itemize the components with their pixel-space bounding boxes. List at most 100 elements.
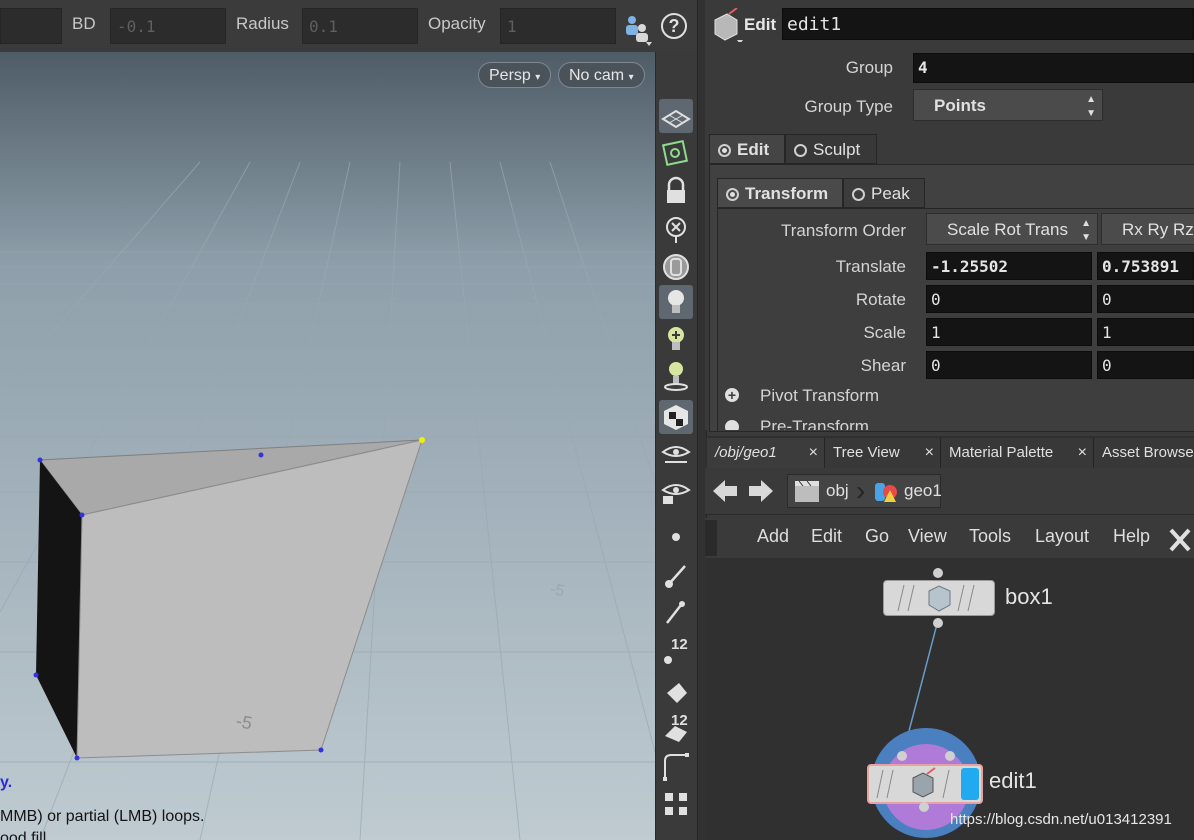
rotate-x-field[interactable]: 0 <box>926 285 1092 313</box>
dropdown-arrows-icon: ▲ ▼ <box>1086 94 1096 119</box>
group-field[interactable]: 4 <box>913 53 1194 83</box>
numbered-point-icon[interactable]: 12 <box>659 634 693 668</box>
material-sphere-icon[interactable] <box>659 250 693 284</box>
grid-points-icon[interactable] <box>659 787 693 821</box>
shear-y-field[interactable]: 0 <box>1097 351 1194 379</box>
bd-field[interactable]: -0.1 <box>110 8 226 44</box>
pen-icon[interactable] <box>659 595 693 629</box>
menu-add[interactable]: Add <box>757 526 789 547</box>
tab-edit[interactable]: Edit <box>709 134 785 164</box>
transform-order-dropdown[interactable]: Scale Rot Trans ▲ ▼ <box>926 213 1098 245</box>
radio-on-icon <box>726 188 739 201</box>
breadcrumb-separator-icon: › <box>856 475 866 506</box>
group-type-label: Group Type <box>804 97 893 116</box>
close-icon[interactable]: × <box>1078 438 1087 468</box>
display-options-icon[interactable] <box>622 12 654 46</box>
path-geo[interactable]: geo1 <box>904 481 942 501</box>
hud-text: y. <box>0 774 13 791</box>
network-path-bar: obj › geo1 <box>705 468 1194 515</box>
group-type-dropdown[interactable]: Points ▲ ▼ <box>913 89 1103 121</box>
numbered-shape-icon[interactable]: 12 <box>659 710 693 744</box>
curve-icon[interactable] <box>659 749 693 783</box>
box1-node[interactable] <box>883 580 995 616</box>
translate-x-field[interactable]: -1.25502 <box>926 252 1092 280</box>
rotate-y-field[interactable]: 0 <box>1097 285 1194 313</box>
scale-y-field[interactable]: 1 <box>1097 318 1194 346</box>
3d-viewport[interactable]: -5 -5 Persp ▾ No cam ▾ y. MMB) or partia… <box>0 52 655 840</box>
expand-plus-icon[interactable]: + <box>725 388 739 402</box>
forward-arrow-icon[interactable] <box>747 478 775 504</box>
pre-transform-header[interactable]: Pre-Transform <box>760 418 869 430</box>
tab-obj-geo1[interactable]: /obj/geo1 × <box>707 438 825 468</box>
tab-label: Asset Browser <box>1102 444 1194 461</box>
tab-sculpt[interactable]: Sculpt <box>785 134 877 164</box>
input-connector[interactable] <box>945 751 955 761</box>
menu-tools[interactable]: Tools <box>969 526 1011 547</box>
translate-y-field[interactable]: 0.753891 <box>1097 252 1194 280</box>
close-circle-icon[interactable] <box>659 212 693 246</box>
add-spotlight-icon[interactable] <box>659 358 693 392</box>
persp-menu-button[interactable]: Persp ▾ <box>478 62 552 88</box>
shear-x-field[interactable]: 0 <box>926 351 1092 379</box>
obj-context-icon <box>795 480 819 502</box>
chevron-down-icon: ▾ <box>628 72 634 83</box>
tab-transform[interactable]: Transform <box>717 178 843 208</box>
toolbar-field-partial[interactable] <box>0 8 62 44</box>
menu-layout[interactable]: Layout <box>1035 526 1089 547</box>
close-icon[interactable]: × <box>925 438 934 468</box>
opacity-field[interactable]: 1 <box>500 8 616 44</box>
edit1-node[interactable] <box>867 764 983 804</box>
input-connector[interactable] <box>933 568 943 578</box>
tab-asset-browser[interactable]: Asset Browser <box>1094 438 1194 468</box>
node-name-field[interactable]: edit1 <box>782 8 1194 40</box>
tab-peak[interactable]: Peak <box>843 178 925 208</box>
radius-field[interactable]: 0.1 <box>302 8 418 44</box>
menu-go[interactable]: Go <box>865 526 889 547</box>
snap-icon[interactable] <box>659 136 693 170</box>
camera-menu-button[interactable]: No cam ▾ <box>558 62 645 88</box>
help-icon[interactable]: ? <box>661 13 687 39</box>
ground-plane-icon[interactable] <box>659 99 693 133</box>
edit1-label[interactable]: edit1 <box>989 768 1037 794</box>
rotate-label: Rotate <box>855 290 906 309</box>
persp-label: Persp <box>489 67 531 84</box>
edit-node-icon[interactable] <box>711 8 745 42</box>
polygon-shape-icon[interactable] <box>659 673 693 707</box>
path-breadcrumb: obj › geo1 <box>787 474 942 508</box>
network-editor[interactable]: box1 edit1 <box>705 558 1194 840</box>
menu-view[interactable]: View <box>908 526 947 547</box>
output-connector[interactable] <box>933 618 943 628</box>
visibility-eye-icon[interactable] <box>659 438 693 472</box>
scale-x-field[interactable]: 1 <box>926 318 1092 346</box>
radius-label: Radius <box>236 14 289 33</box>
brush-icon[interactable] <box>659 558 693 592</box>
camera-eye-icon[interactable] <box>659 474 693 508</box>
box1-label[interactable]: box1 <box>1005 584 1053 610</box>
input-connector[interactable] <box>897 751 907 761</box>
point-icon[interactable] <box>659 520 693 554</box>
tab-material-palette[interactable]: Material Palette × <box>941 438 1094 468</box>
rotation-order-dropdown[interactable]: Rx Ry Rz <box>1101 213 1194 245</box>
pivot-transform-label[interactable]: Pivot Transform <box>760 386 879 406</box>
pre-transform-label: Pre-Transform <box>760 418 869 430</box>
menu-help[interactable]: Help <box>1113 526 1150 547</box>
chevron-down-icon: ▾ <box>535 72 541 83</box>
scroll-handle[interactable] <box>705 520 717 556</box>
checker-cube-icon[interactable] <box>659 400 693 434</box>
watermark-text: https://blog.csdn.net/u013412391 <box>950 811 1172 828</box>
expand-plus-icon[interactable] <box>725 420 739 430</box>
radio-off-icon <box>852 188 865 201</box>
menu-edit[interactable]: Edit <box>811 526 842 547</box>
scale-label: Scale <box>863 323 906 342</box>
lock-icon[interactable] <box>659 174 693 208</box>
path-obj[interactable]: obj <box>826 481 849 501</box>
close-icon[interactable]: × <box>809 438 818 468</box>
tab-tree-view[interactable]: Tree View × <box>825 438 941 468</box>
add-light-icon[interactable] <box>659 322 693 356</box>
radio-off-icon <box>794 144 807 157</box>
node-type-label: Edit <box>744 15 777 34</box>
wrench-icon[interactable] <box>1167 522 1194 554</box>
back-arrow-icon[interactable] <box>711 478 739 504</box>
output-connector[interactable] <box>919 802 929 812</box>
light-bulb-icon[interactable] <box>659 285 693 319</box>
